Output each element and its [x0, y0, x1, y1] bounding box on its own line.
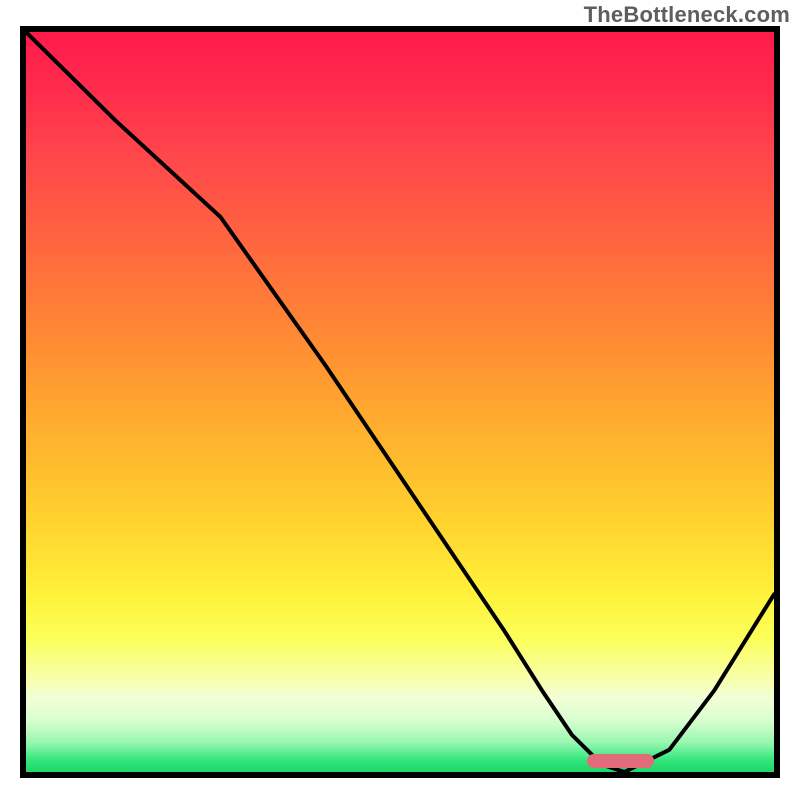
plot-svg: [26, 32, 774, 772]
optimal-range-marker: [587, 754, 654, 768]
watermark-text: TheBottleneck.com: [584, 2, 790, 28]
bottleneck-curve-path: [26, 32, 774, 772]
chart-container: TheBottleneck.com: [0, 0, 800, 800]
chart-frame: [20, 26, 780, 778]
